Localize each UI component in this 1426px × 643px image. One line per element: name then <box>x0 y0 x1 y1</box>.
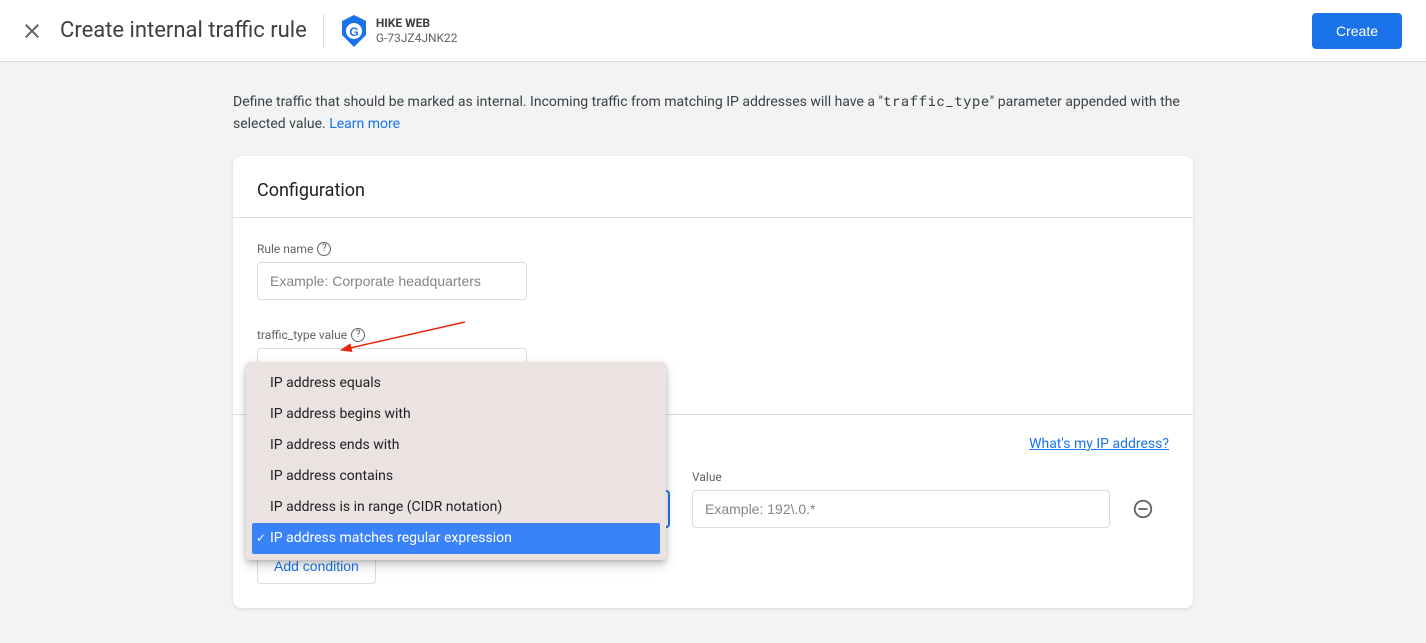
help-icon[interactable]: ? <box>317 242 331 256</box>
traffic-type-label: traffic_type value <box>257 328 347 342</box>
description-text: Define traffic that should be marked as … <box>233 90 1193 136</box>
header: Create internal traffic rule G HIKE WEB … <box>0 0 1426 62</box>
match-type-dropdown: IP address equals IP address begins with… <box>246 362 666 560</box>
dropdown-option-equals[interactable]: IP address equals <box>252 368 660 399</box>
rule-name-field: Rule name ? <box>257 242 1169 300</box>
dropdown-option-regex[interactable]: ✓IP address matches regular expression <box>252 523 660 554</box>
dropdown-option-cidr[interactable]: IP address is in range (CIDR notation) <box>252 492 660 523</box>
divider <box>323 14 324 48</box>
value-label: Value <box>692 470 722 484</box>
property-name: HIKE WEB <box>376 16 458 30</box>
property-tag: G HIKE WEB G-73JZ4JNK22 <box>340 15 458 47</box>
rule-name-label: Rule name <box>257 242 313 256</box>
whats-my-ip-link[interactable]: What's my IP address? <box>1029 436 1169 452</box>
rule-name-input[interactable] <box>257 262 527 300</box>
close-icon[interactable] <box>20 19 44 43</box>
svg-text:G: G <box>349 25 358 39</box>
dropdown-option-ends-with[interactable]: IP address ends with <box>252 430 660 461</box>
property-id: G-73JZ4JNK22 <box>376 31 458 45</box>
card-title: Configuration <box>257 180 1169 201</box>
page-title: Create internal traffic rule <box>60 18 307 43</box>
remove-condition-icon[interactable] <box>1132 498 1154 520</box>
dropdown-option-begins-with[interactable]: IP address begins with <box>252 399 660 430</box>
help-icon[interactable]: ? <box>351 328 365 342</box>
divider <box>233 217 1193 218</box>
dropdown-option-contains[interactable]: IP address contains <box>252 461 660 492</box>
create-button[interactable]: Create <box>1312 13 1402 49</box>
ga-tag-icon: G <box>340 15 368 47</box>
learn-more-link[interactable]: Learn more <box>329 116 400 132</box>
value-input[interactable] <box>692 490 1110 528</box>
